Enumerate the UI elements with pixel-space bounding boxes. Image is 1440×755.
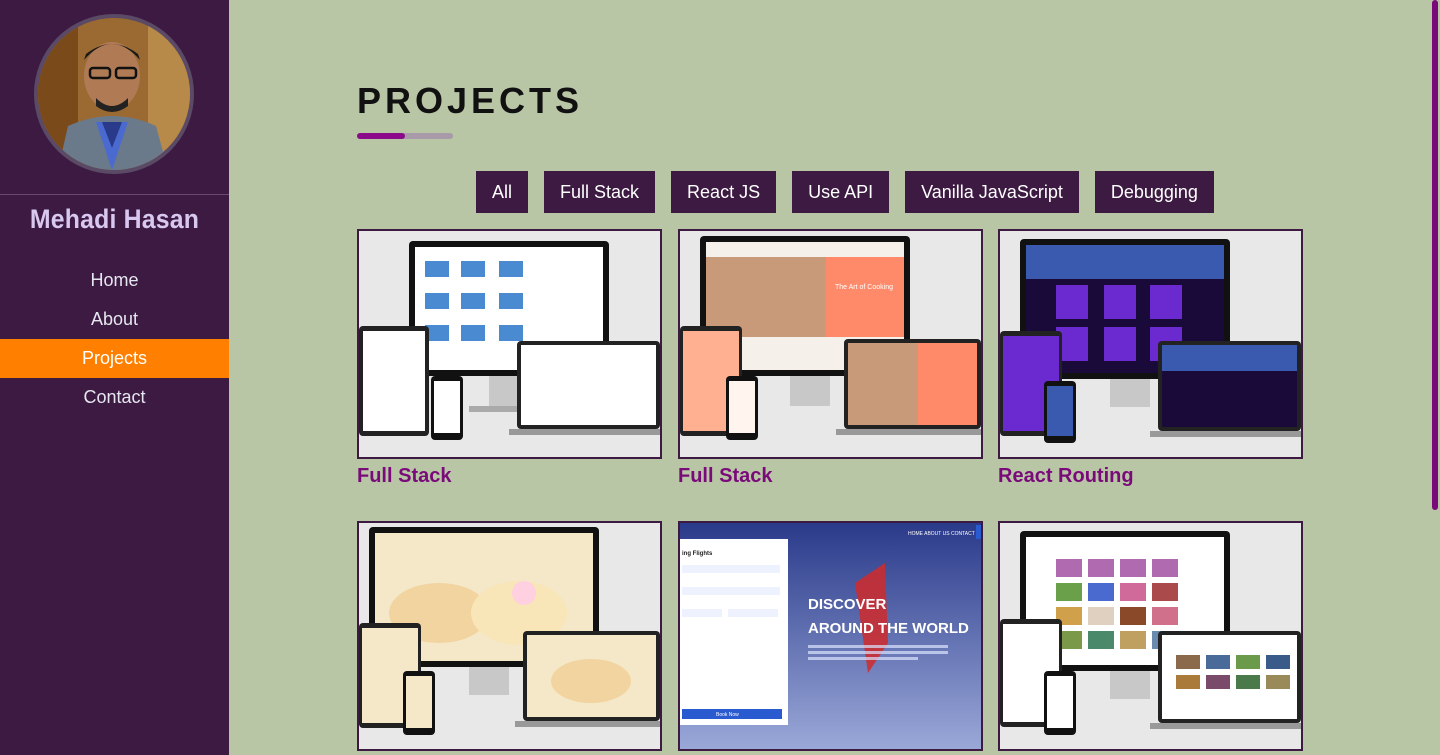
filter-use-api-button[interactable]: Use API xyxy=(792,171,890,213)
project-card[interactable]: HOME ABOUT US CONTACT ing Flights Book N… xyxy=(678,521,983,751)
filter-bar: All Full Stack React JS Use API Vanilla … xyxy=(476,171,1214,213)
project-caption: Full Stack xyxy=(678,465,773,487)
nav-projects[interactable]: Projects xyxy=(0,339,229,378)
project-screenshot[interactable] xyxy=(998,521,1303,751)
nav-home[interactable]: Home xyxy=(0,261,229,300)
scrollbar-thumb[interactable] xyxy=(1432,0,1438,510)
flights-nav-text: HOME ABOUT US CONTACT xyxy=(908,531,975,537)
page-title: PROJECTS xyxy=(357,80,584,121)
nav-about[interactable]: About xyxy=(0,300,229,339)
title-underline xyxy=(357,133,453,139)
project-card[interactable]: The Art of Cooking Full Stack xyxy=(678,229,983,488)
flights-form-title: ing Flights xyxy=(682,551,713,557)
project-screenshot[interactable] xyxy=(357,229,662,459)
sidebar-nav: Home About Projects Contact xyxy=(0,261,229,417)
flights-book-button-text: Book Now xyxy=(716,712,739,718)
profile-name: Mehadi Hasan xyxy=(29,204,200,234)
project-screenshot[interactable]: The Art of Cooking xyxy=(678,229,983,459)
flights-headline-2: AROUND THE WORLD xyxy=(808,620,969,637)
sidebar-divider xyxy=(0,194,229,195)
project-card[interactable] xyxy=(357,521,662,751)
project-caption: Full Stack xyxy=(357,465,452,487)
avatar xyxy=(34,14,194,174)
project-caption: React Routing xyxy=(998,465,1134,487)
flights-headline-1: DISCOVER xyxy=(808,596,887,613)
project-card[interactable]: React Routing xyxy=(998,229,1303,488)
project-screenshot[interactable] xyxy=(357,521,662,751)
main-content: PROJECTS All Full Stack React JS Use API… xyxy=(229,0,1430,755)
filter-react-js-button[interactable]: React JS xyxy=(671,171,777,213)
filter-full-stack-button[interactable]: Full Stack xyxy=(544,171,656,213)
filter-all-button[interactable]: All xyxy=(476,171,529,213)
project-screenshot[interactable] xyxy=(998,229,1303,459)
project-screenshot[interactable]: HOME ABOUT US CONTACT ing Flights Book N… xyxy=(678,521,983,751)
filter-debugging-button[interactable]: Debugging xyxy=(1094,171,1214,213)
project-card[interactable] xyxy=(998,521,1303,751)
cooking-banner-text: The Art of Cooking xyxy=(835,284,893,291)
project-card[interactable]: Full Stack xyxy=(357,229,662,488)
page-scrollbar[interactable] xyxy=(1430,0,1440,755)
nav-contact[interactable]: Contact xyxy=(0,378,229,417)
sidebar: Mehadi Hasan Home About Projects Contact xyxy=(0,0,229,755)
filter-vanilla-javascript-button[interactable]: Vanilla JavaScript xyxy=(905,171,1079,213)
